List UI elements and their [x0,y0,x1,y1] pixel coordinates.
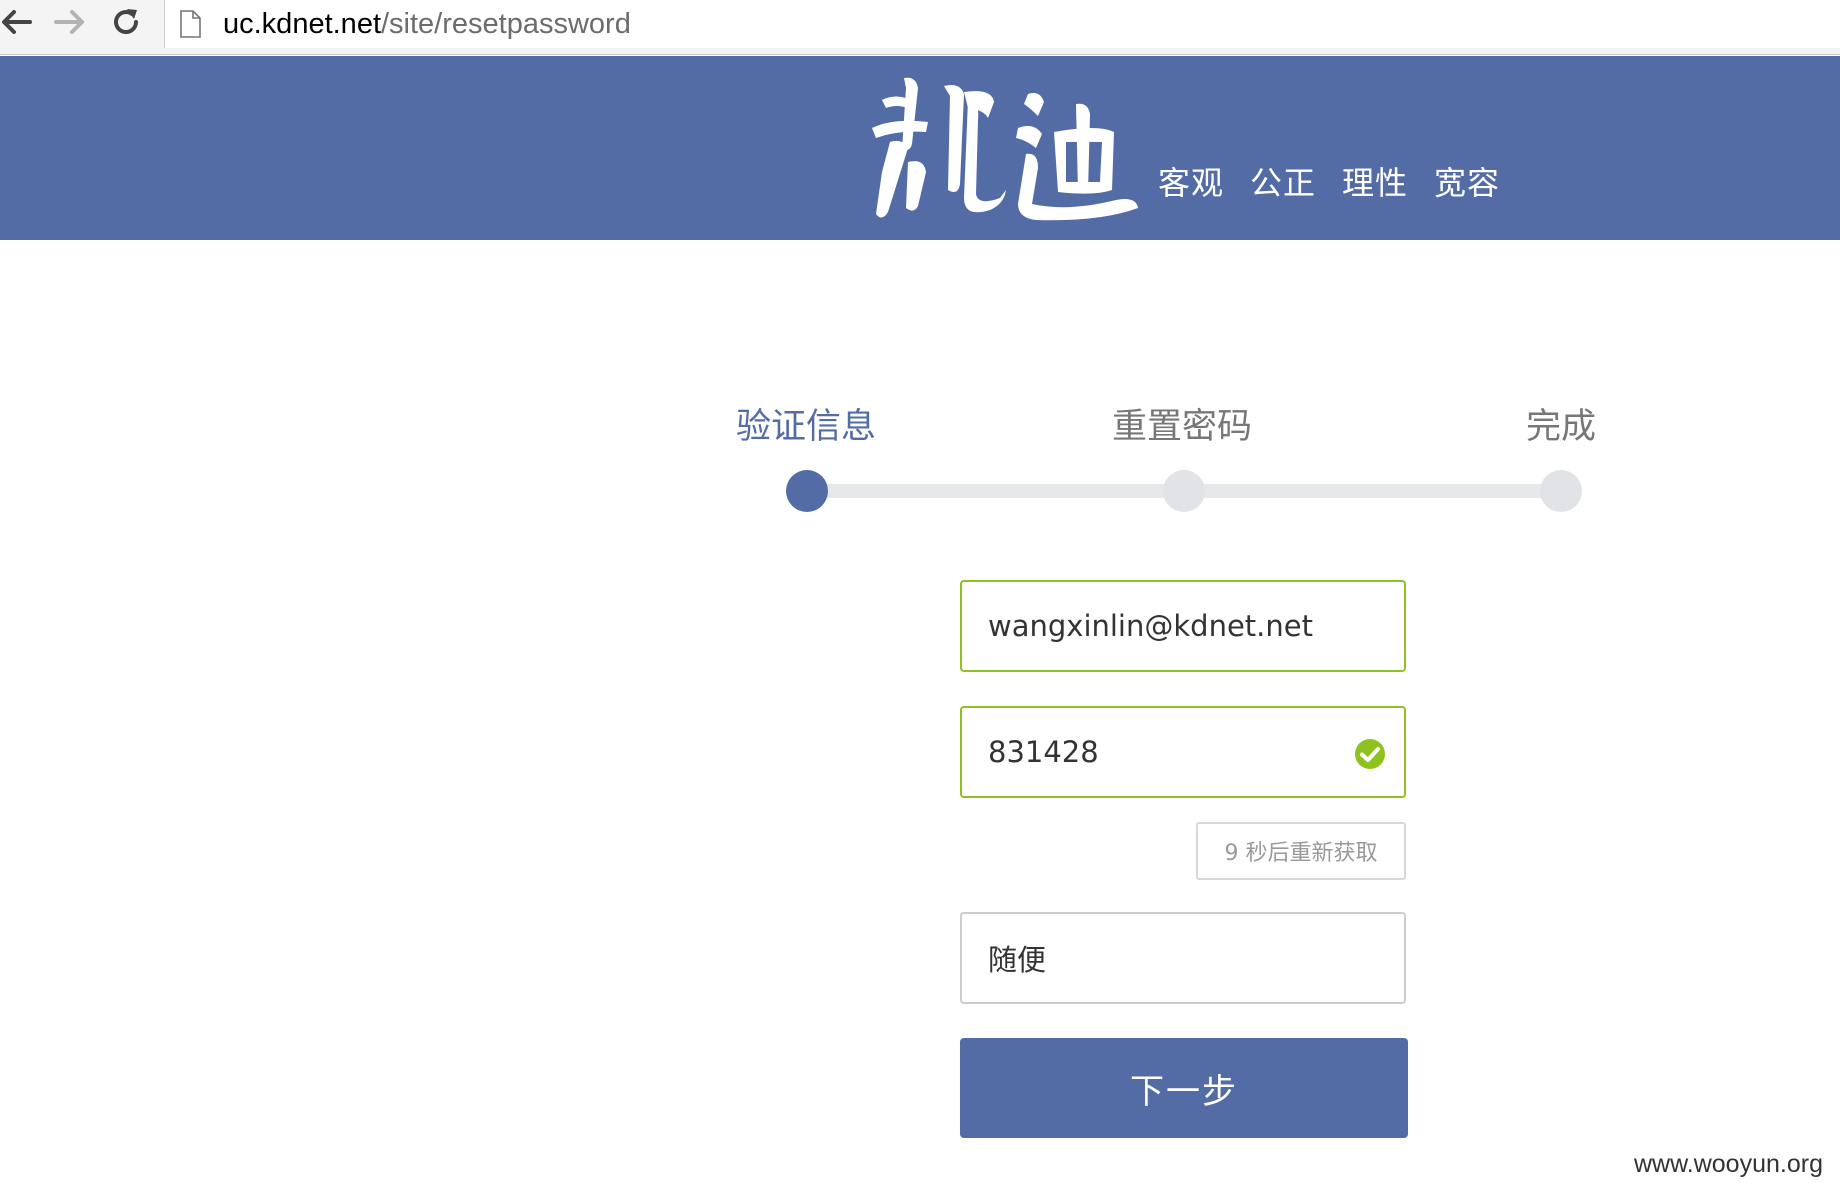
arrow-right-icon [54,10,84,34]
arrow-left-icon [2,10,32,34]
reload-button[interactable] [104,4,148,40]
slogan-tolerant: 宽容 [1434,164,1501,202]
resend-code-button[interactable]: 9 秒后重新获取 [1196,822,1406,880]
verification-code-value: 831428 [988,735,1099,769]
step-label-verify: 验证信息 [736,407,877,447]
extra-input-field[interactable]: 随便 [960,912,1406,1004]
url-text: uc.kdnet.net/site/resetpassword [223,8,631,41]
slogan-rational: 理性 [1342,164,1409,202]
url-path: /site/resetpassword [381,7,631,40]
step-dot-reset [1163,470,1205,512]
url-domain: uc.kdnet.net [223,7,381,40]
next-step-button[interactable]: 下一步 [960,1038,1408,1138]
email-field[interactable]: wangxinlin@kdnet.net [960,580,1406,672]
address-bar[interactable]: uc.kdnet.net/site/resetpassword [164,0,1840,48]
site-header: 凯迪 客观 公正 理性 宽容 [0,56,1840,240]
resend-code-label: 9 秒后重新获取 [1224,841,1378,866]
email-value: wangxinlin@kdnet.net [988,609,1313,643]
step-label-reset: 重置密码 [1112,407,1253,447]
slogan-objective: 客观 [1158,164,1225,202]
slogans: 客观 公正 理性 宽容 [1158,158,1500,204]
reload-icon [114,9,138,34]
forward-button[interactable] [48,4,92,40]
page-icon [180,10,201,38]
next-step-label: 下一步 [1130,1071,1238,1112]
watermark: www.wooyun.org [1634,1150,1823,1178]
slogan-fair: 公正 [1250,164,1317,202]
browser-toolbar: uc.kdnet.net/site/resetpassword [0,0,1840,55]
check-circle-icon [1355,739,1385,769]
step-dot-verify [786,470,828,512]
kdnet-logo[interactable]: 凯迪 [868,72,1140,222]
verification-code-field[interactable]: 831428 [960,706,1406,798]
extra-input-value: 随便 [988,943,1047,977]
step-label-done: 完成 [1526,407,1597,447]
back-button[interactable] [0,4,38,40]
step-dot-done [1540,470,1582,512]
